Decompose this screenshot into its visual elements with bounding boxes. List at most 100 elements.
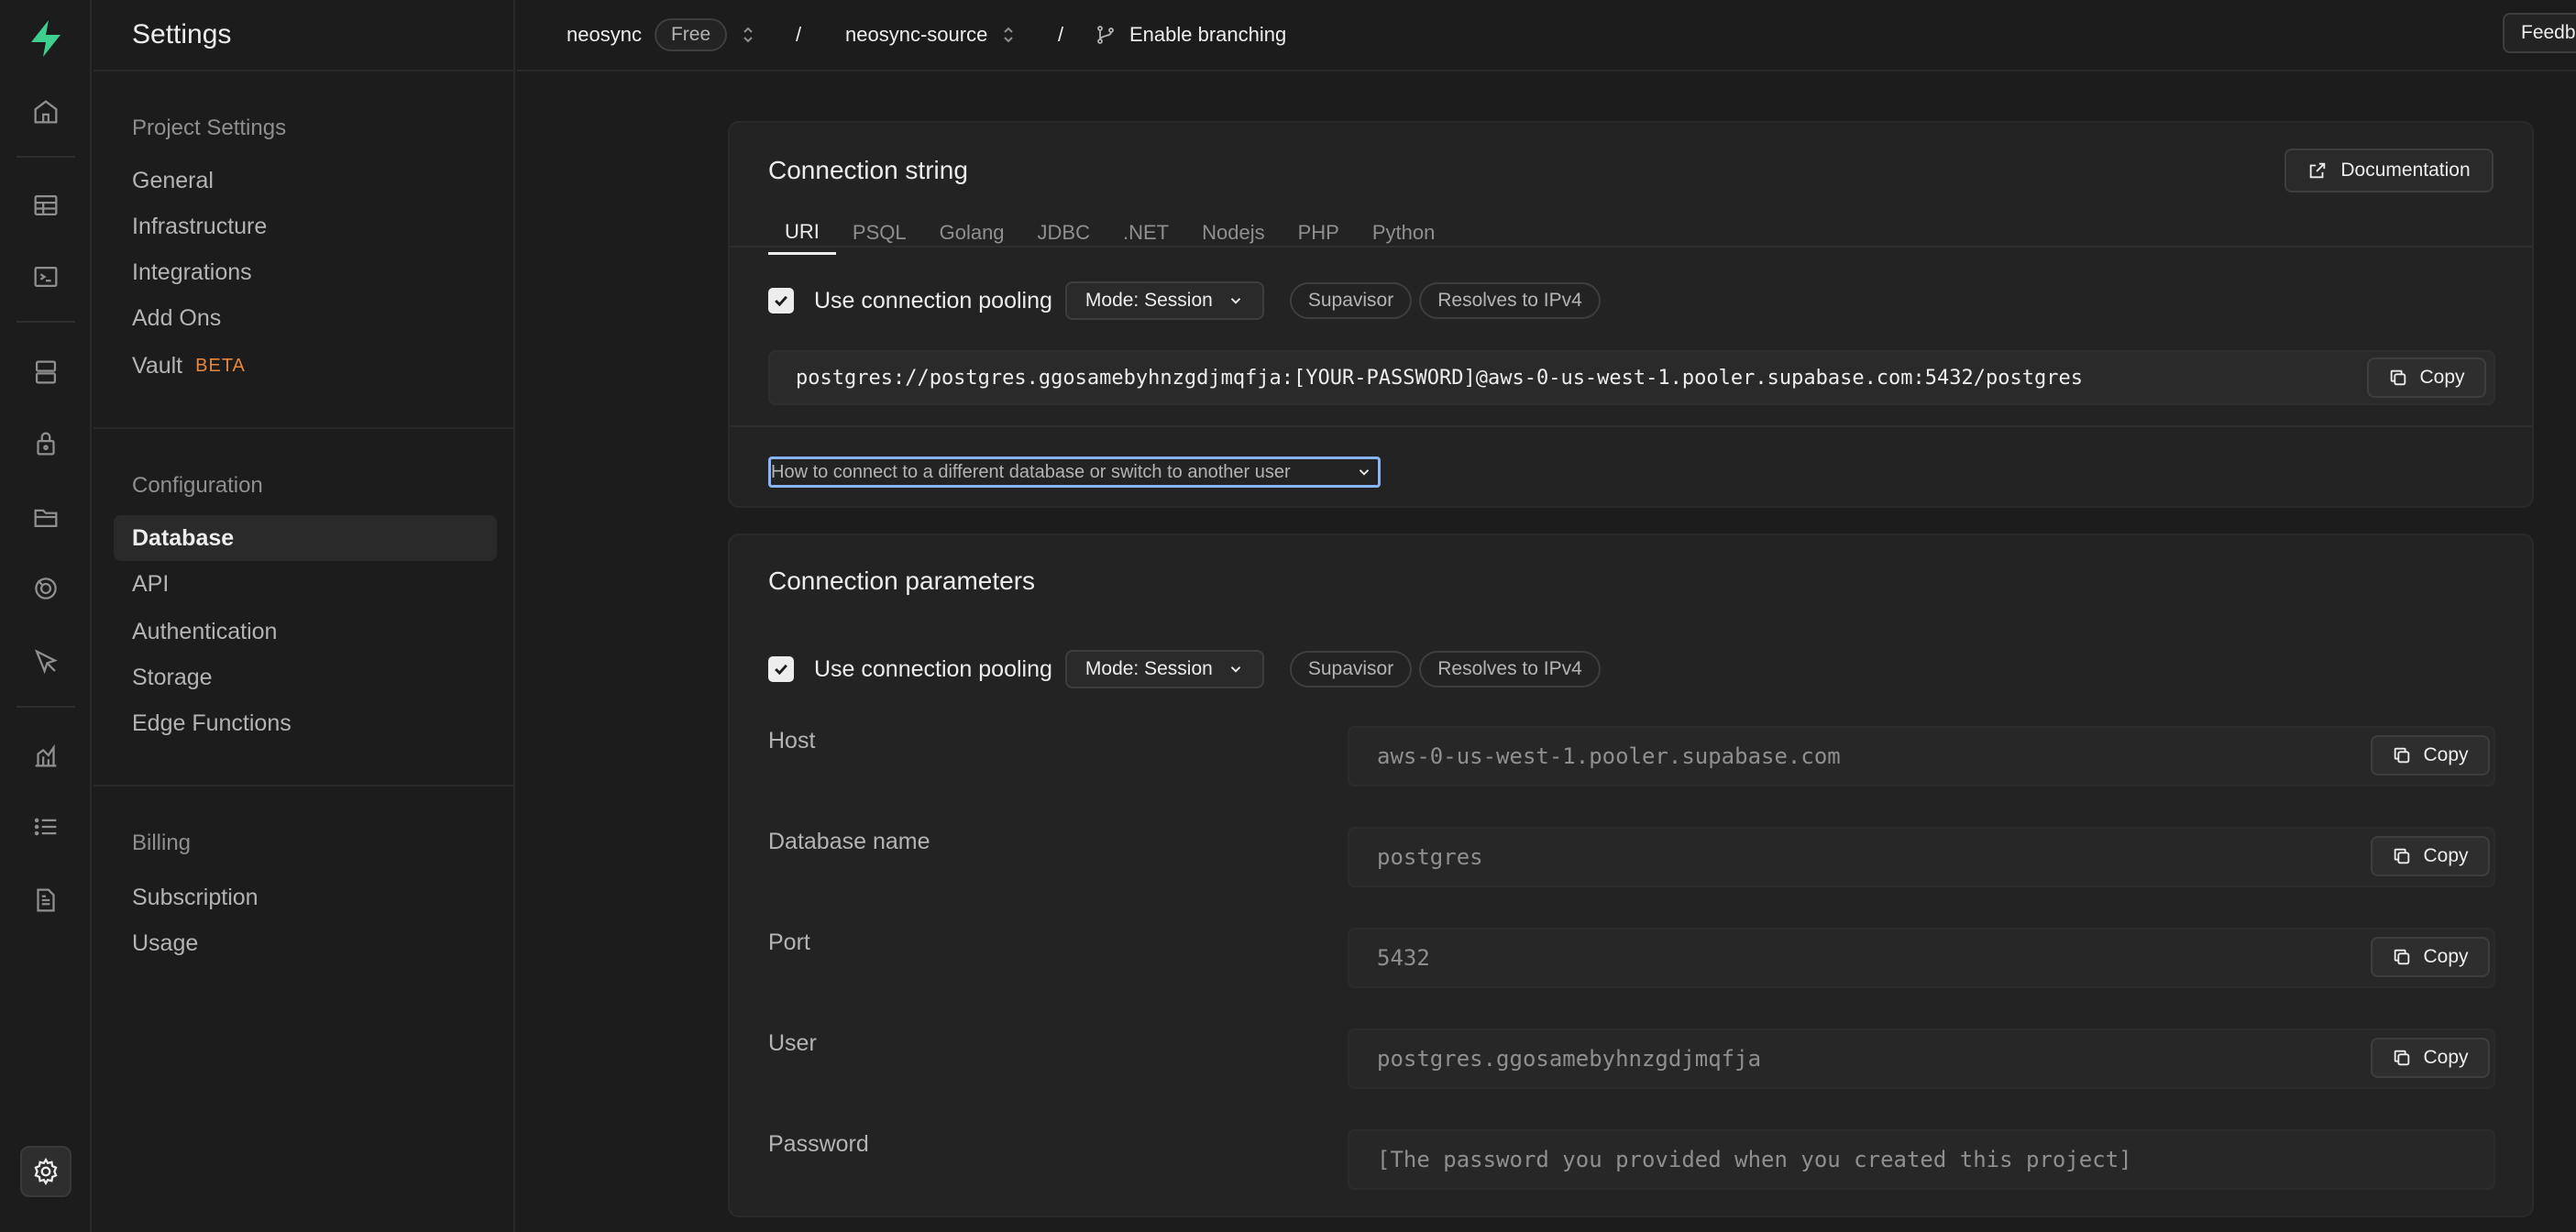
feedback-button[interactable]: Feedb <box>2503 13 2576 53</box>
mode-select[interactable]: Mode: Session <box>1064 650 1264 688</box>
sidebar-item-general[interactable]: General <box>114 158 497 204</box>
tab-dotnet[interactable]: .NET <box>1106 211 1185 255</box>
breadcrumb-separator: / <box>796 23 802 46</box>
database-name-field[interactable]: postgres Copy <box>1348 827 2495 887</box>
tab-uri[interactable]: URI <box>768 211 836 255</box>
copy-label: Copy <box>2423 845 2469 866</box>
password-field[interactable]: [The password you provided when you crea… <box>1348 1129 2495 1190</box>
sidebar-divider <box>94 785 515 786</box>
port-label: Port <box>768 930 810 955</box>
realtime-icon[interactable] <box>20 563 72 614</box>
check-icon <box>775 664 787 676</box>
sidebar-item-integrations[interactable]: Integrations <box>114 249 497 295</box>
storage-icon[interactable] <box>20 491 72 543</box>
auth-icon[interactable] <box>20 418 72 469</box>
sidebar-item-authentication[interactable]: Authentication <box>114 609 497 654</box>
host-value: aws-0-us-west-1.pooler.supabase.com <box>1377 743 1841 769</box>
edge-functions-icon[interactable] <box>20 636 72 688</box>
docs-icon[interactable] <box>20 874 72 926</box>
sidebar-item-label: Edge Functions <box>132 710 292 736</box>
connection-string-title: Connection string <box>768 156 968 184</box>
copy-icon <box>2391 369 2406 386</box>
org-name: neosync <box>567 23 642 46</box>
database-icon[interactable] <box>20 346 72 398</box>
sql-editor-icon[interactable] <box>20 251 72 302</box>
sidebar-header: Settings <box>94 0 513 72</box>
pooling-row: Use connection pooling Mode: Session Sup… <box>768 649 1601 689</box>
copy-user-button[interactable]: Copy <box>2371 1038 2490 1078</box>
copy-label: Copy <box>2423 1047 2469 1068</box>
copy-uri-button[interactable]: Copy <box>2367 358 2486 398</box>
sidebar-item-label: Usage <box>132 930 199 956</box>
sidebar-item-add-ons[interactable]: Add Ons <box>114 295 497 341</box>
copy-label: Copy <box>2419 367 2465 388</box>
settings-sidebar: Settings Project Settings General Infras… <box>94 0 515 1232</box>
sidebar-item-infrastructure[interactable]: Infrastructure <box>114 204 497 249</box>
logs-icon[interactable] <box>20 801 72 852</box>
sidebar-item-label: Add Ons <box>132 304 222 331</box>
copy-port-button[interactable]: Copy <box>2371 937 2490 977</box>
copy-label: Copy <box>2423 744 2469 765</box>
copy-host-button[interactable]: Copy <box>2371 735 2490 776</box>
connection-uri-field[interactable]: postgres://postgres.ggosamebyhnzgdjmqfja… <box>768 350 2495 405</box>
sidebar-item-label: API <box>132 570 170 597</box>
sidebar-heading-billing: Billing <box>132 830 192 855</box>
home-icon[interactable] <box>20 86 72 138</box>
card-divider <box>730 425 2532 427</box>
sidebar-item-label: Subscription <box>132 884 259 910</box>
connect-other-database-label: How to connect to a different database o… <box>771 461 1291 482</box>
user-label: User <box>768 1030 817 1056</box>
supavisor-badge: Supavisor <box>1289 651 1413 688</box>
password-label: Password <box>768 1131 869 1157</box>
user-field[interactable]: postgres.ggosamebyhnzgdjmqfja Copy <box>1348 1028 2495 1089</box>
tab-python[interactable]: Python <box>1356 211 1452 255</box>
mode-select[interactable]: Mode: Session <box>1064 281 1264 320</box>
host-field[interactable]: aws-0-us-west-1.pooler.supabase.com Copy <box>1348 726 2495 786</box>
database-name-label: Database name <box>768 829 930 854</box>
sidebar-item-api[interactable]: API <box>114 561 497 607</box>
enable-branching-button[interactable]: Enable branching <box>1095 0 1286 70</box>
tab-jdbc[interactable]: JDBC <box>1021 211 1106 255</box>
mode-value: Mode: Session <box>1084 290 1213 311</box>
sidebar-item-vault[interactable]: Vault BETA <box>114 343 497 389</box>
sidebar-item-database[interactable]: Database <box>114 515 497 561</box>
connect-other-database-toggle[interactable]: How to connect to a different database o… <box>768 456 1381 488</box>
sidebar-item-storage[interactable]: Storage <box>114 654 497 700</box>
project-name: neosync-source <box>845 23 988 46</box>
pooling-checkbox[interactable] <box>768 656 794 682</box>
reports-icon[interactable] <box>20 730 72 781</box>
tab-golang[interactable]: Golang <box>923 211 1021 255</box>
check-icon <box>775 295 787 307</box>
supabase-logo-icon[interactable] <box>24 16 68 60</box>
sidebar-divider <box>94 427 515 429</box>
tab-psql[interactable]: PSQL <box>836 211 923 255</box>
pooling-checkbox[interactable] <box>768 288 794 314</box>
settings-icon[interactable] <box>20 1146 72 1197</box>
port-field[interactable]: 5432 Copy <box>1348 928 2495 988</box>
org-switcher[interactable]: neosync Free <box>567 0 756 70</box>
sidebar-item-usage[interactable]: Usage <box>114 920 497 966</box>
password-value: [The password you provided when you crea… <box>1377 1147 2132 1172</box>
sidebar-item-subscription[interactable]: Subscription <box>114 874 497 920</box>
project-switcher[interactable]: neosync-source <box>845 0 1017 70</box>
app-root: Settings Project Settings General Infras… <box>0 0 2576 1232</box>
copy-icon <box>2394 848 2410 864</box>
mode-value: Mode: Session <box>1084 658 1213 679</box>
copy-icon <box>2394 747 2410 764</box>
breadcrumb-separator: / <box>1058 23 1064 46</box>
tab-nodejs[interactable]: Nodejs <box>1185 211 1281 255</box>
table-editor-icon[interactable] <box>20 180 72 231</box>
chevron-up-down-icon <box>743 27 753 43</box>
documentation-label: Documentation <box>2340 160 2471 181</box>
external-link-icon <box>2310 162 2326 179</box>
sidebar-item-label: Storage <box>132 664 213 690</box>
documentation-button[interactable]: Documentation <box>2284 148 2493 192</box>
enable-branching-label: Enable branching <box>1129 23 1287 46</box>
copy-database-name-button[interactable]: Copy <box>2371 836 2490 876</box>
user-value: postgres.ggosamebyhnzgdjmqfja <box>1377 1046 1762 1072</box>
tab-php[interactable]: PHP <box>1282 211 1356 255</box>
top-bar: neosync Free / neosync-source / Enable b… <box>517 0 2576 72</box>
connection-parameters-title: Connection parameters <box>768 566 1036 595</box>
sidebar-heading-project-settings: Project Settings <box>132 116 287 140</box>
sidebar-item-edge-functions[interactable]: Edge Functions <box>114 700 497 746</box>
